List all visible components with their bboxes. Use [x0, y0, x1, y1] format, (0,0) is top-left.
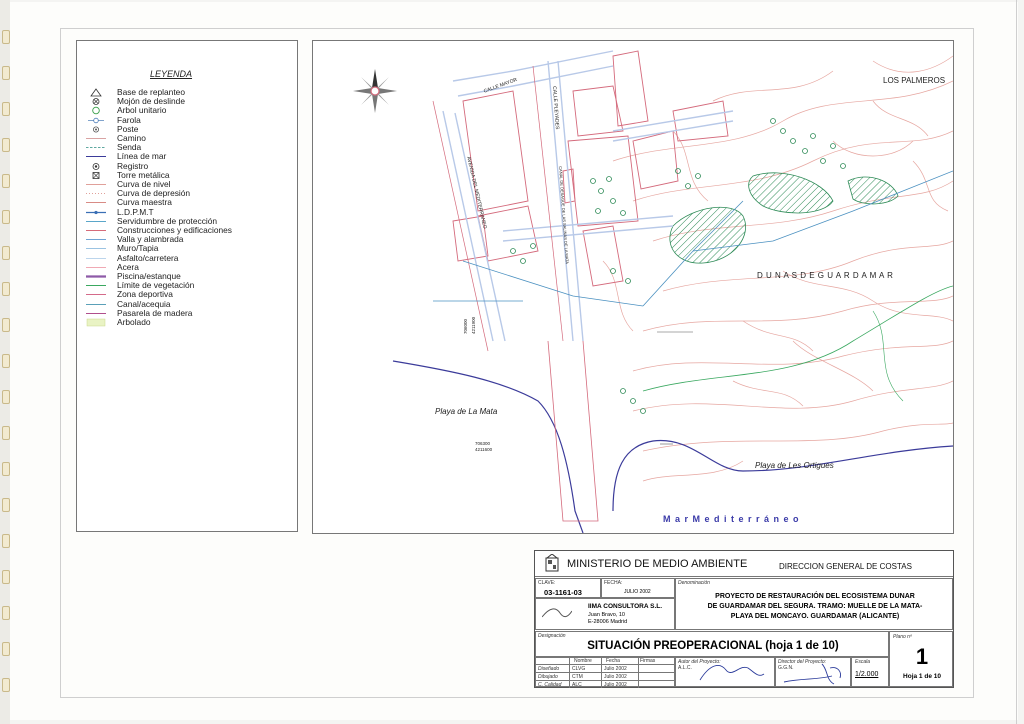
binding-ring — [2, 318, 10, 332]
autor-cell: Autor del Proyecto: A.L.C. — [675, 657, 775, 687]
dune-vegetation-patch — [669, 206, 746, 264]
line-icon — [85, 180, 107, 189]
fecha-cell: FECHA: JULIO 2002 — [601, 578, 675, 598]
box-x-icon — [85, 171, 107, 180]
tree-icons — [510, 118, 846, 414]
label-los-palmeros: LOS PALMEROS — [883, 76, 946, 85]
thick-line-icon — [85, 272, 107, 281]
binding-ring — [2, 462, 10, 476]
coord-side-x: 706000 — [463, 318, 468, 334]
circle-x-icon — [85, 97, 107, 106]
contour-lines — [602, 55, 953, 482]
line-icon — [85, 134, 107, 143]
denominacion-cell: Denominación PROYECTO DE RESTAURACIÓN DE… — [675, 578, 953, 630]
binding-ring — [2, 642, 10, 656]
map-drawing — [353, 50, 953, 533]
label-playa-ortigues: Playa de Les Ortigues — [755, 461, 834, 470]
binding-ring — [2, 30, 10, 44]
director-cell: Director del Proyecto: G.G.N. — [775, 657, 851, 687]
binding-ring — [2, 390, 10, 404]
director-signature — [783, 663, 841, 685]
plano-cell: Plano nº 1 Hoja 1 de 10 — [889, 631, 953, 687]
plano-number: 1 — [915, 644, 929, 669]
title-header: MINISTERIO DE MEDIO AMBIENTE DIRECCION G… — [535, 551, 953, 577]
dotted-line-icon — [85, 189, 107, 198]
map-area: LOS PALMEROS D U N A S D E G U A R D A M… — [312, 40, 954, 534]
binding-ring — [2, 426, 10, 440]
author-signature — [699, 664, 765, 681]
line-icon — [85, 254, 107, 263]
binding-ring — [2, 210, 10, 224]
line-icon — [85, 152, 107, 161]
tree-icon — [85, 106, 107, 115]
legend-item-label: Arbolado — [117, 317, 151, 327]
streets — [442, 50, 734, 342]
ministry-name: MINISTERIO DE MEDIO AMBIENTE — [567, 558, 748, 570]
swatch-icon — [85, 318, 107, 327]
binding-ring — [2, 534, 10, 548]
line-icon — [85, 198, 107, 207]
ministry-crest-icon — [545, 554, 559, 572]
legend-title: LEYENDA — [150, 69, 193, 79]
company-name: IIMA CONSULTORA S.L. — [588, 603, 663, 610]
ldpmt-line-icon — [85, 208, 107, 217]
company-logo-icon — [542, 608, 572, 618]
coord-label-x: 706300 — [475, 441, 491, 446]
line-icon — [85, 281, 107, 290]
sheet-title: SITUACIÓN PREOPERACIONAL (hoja 1 de 10) — [587, 640, 839, 652]
legend-panel: LEYENDA Base de replanteo Mojón de deslin… — [76, 40, 298, 532]
escala-value: 1/2.000 — [855, 671, 879, 678]
clave-value: 03-1161-03 — [544, 588, 582, 597]
binding-ring — [2, 354, 10, 368]
label-mar-mediterraneo: M a r M e d i t e r r á n e o — [663, 514, 800, 524]
company-cell: IIMA CONSULTORA S.L. Juan Bravo, 10 E-28… — [535, 598, 675, 630]
coord-label-y: 4211600 — [475, 447, 493, 452]
title-block: MINISTERIO DE MEDIO AMBIENTE DIRECCION G… — [534, 550, 954, 688]
line-icon — [85, 300, 107, 309]
line-icon — [85, 244, 107, 253]
line-icon — [85, 226, 107, 235]
binding-ring — [2, 246, 10, 260]
escala-cell: Escala 1/2.000 — [851, 657, 889, 687]
binding-ring — [2, 498, 10, 512]
coastline-east — [612, 439, 953, 512]
project-title: PROYECTO DE RESTAURACIÓN DEL ECOSISTEMA … — [707, 593, 923, 620]
hoja-value: Hoja 1 de 10 — [903, 673, 941, 680]
label-dunas-guardamar: D U N A S D E G U A R D A M A R — [757, 271, 894, 280]
binding-ring — [2, 606, 10, 620]
line-icon — [85, 290, 107, 299]
clave-cell: CLAVE: 03-1161-03 — [535, 578, 601, 598]
binding-ring — [2, 102, 10, 116]
binding-ring — [2, 66, 10, 80]
binding-ring — [2, 174, 10, 188]
binding-ring — [2, 570, 10, 584]
line-icon — [85, 309, 107, 318]
binding-ring — [2, 282, 10, 296]
line-icon — [85, 263, 107, 272]
dot-circle-icon — [85, 162, 107, 171]
line-icon — [85, 235, 107, 244]
binding-ring — [2, 138, 10, 152]
page-edge — [1016, 0, 1017, 724]
legend-item: Arbolado — [86, 317, 151, 327]
fecha-value: JULIO 2002 — [624, 589, 651, 595]
dashed-line-icon — [85, 143, 107, 152]
pole-icon — [85, 125, 107, 134]
coord-side-y: 4211900 — [471, 316, 476, 334]
line-icon — [85, 217, 107, 226]
dune-vegetation-patch — [748, 172, 834, 214]
label-playa-mata: Playa de La Mata — [435, 407, 498, 416]
signatures-table: Nombre Fecha Firmas Diseñado CLVG Julio … — [535, 657, 676, 688]
direction-name: DIRECCION GENERAL DE COSTAS — [779, 562, 912, 571]
triangle-icon — [85, 88, 107, 97]
compass-rose-icon — [353, 69, 397, 113]
designacion-cell: Designación SITUACIÓN PREOPERACIONAL (ho… — [535, 631, 889, 657]
binding-ring — [2, 678, 10, 692]
streetlight-icon — [85, 116, 107, 125]
